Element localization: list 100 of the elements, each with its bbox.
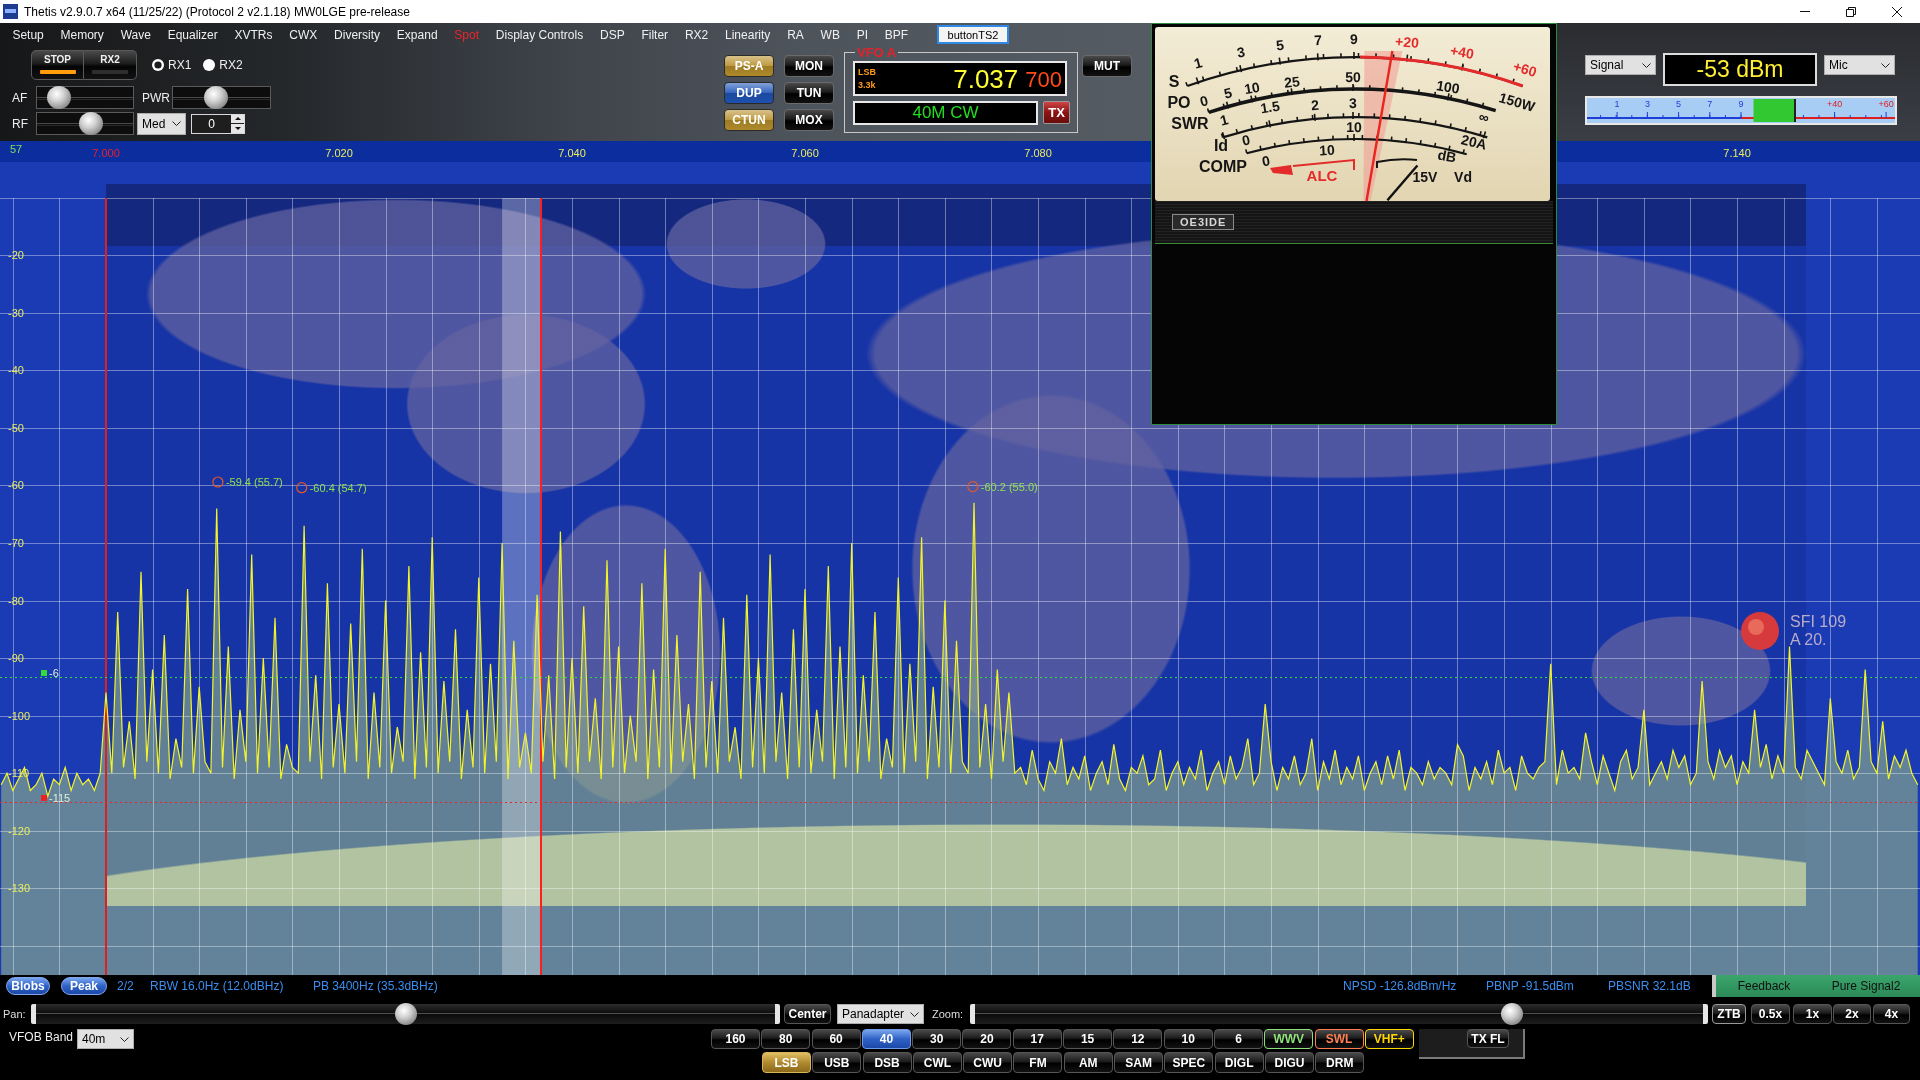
frequency-marker-line[interactable] (105, 197, 107, 975)
input-source-dropdown[interactable]: Mic (1824, 55, 1895, 75)
menu-item[interactable]: Equalizer (159, 26, 227, 43)
toggle-button[interactable]: DUP (724, 82, 774, 104)
level-marker-icon[interactable] (41, 795, 47, 801)
mode-button[interactable]: USB (812, 1052, 862, 1073)
mode-button[interactable]: DIGU (1264, 1052, 1314, 1073)
slider-thumb[interactable] (47, 86, 72, 109)
menu-item[interactable]: RX2 (676, 26, 717, 43)
menu-item[interactable]: PI (848, 26, 877, 43)
band-button[interactable]: 60 (811, 1029, 861, 1049)
band-button[interactable]: 10 (1163, 1029, 1213, 1049)
menu-item[interactable]: Linearity (716, 26, 779, 43)
zoom-button[interactable]: 0.5x (1751, 1004, 1790, 1024)
status-readout: PB 3400Hz (35.3dBHz) (313, 979, 438, 993)
menu-item[interactable]: WB (812, 26, 849, 43)
menu-item[interactable]: CWX (280, 26, 326, 43)
menu-item[interactable]: Wave (112, 26, 160, 43)
frequency-label: 7.000 (92, 147, 120, 159)
band-button[interactable]: VHF+ (1364, 1029, 1414, 1049)
meter-source-dropdown[interactable]: Signal (1585, 55, 1656, 75)
menu-item[interactable]: Diversity (325, 26, 389, 43)
band-button[interactable]: 6 (1213, 1029, 1263, 1049)
zoom-slider[interactable] (970, 1004, 1708, 1024)
center-button[interactable]: Center (784, 1004, 831, 1024)
slider-track[interactable] (172, 86, 271, 109)
toggle-button[interactable]: Blobs (6, 977, 50, 995)
slider-thumb[interactable] (1500, 1003, 1523, 1025)
spin-up-button[interactable] (231, 114, 244, 123)
menu-item[interactable]: BPF (876, 26, 917, 43)
menu-item[interactable]: Setup (4, 26, 53, 43)
mode-button[interactable]: CWL (912, 1052, 962, 1073)
menu-item[interactable]: Memory (52, 26, 113, 43)
toggle-button[interactable]: MOX (784, 109, 834, 131)
passband-highlight[interactable] (502, 198, 541, 975)
pan-slider[interactable] (31, 1004, 780, 1024)
band-button[interactable]: 20 (962, 1029, 1012, 1049)
band-button[interactable]: 30 (912, 1029, 962, 1049)
bar-scale-label: 7 (1707, 99, 1713, 109)
mute-button[interactable]: MUT (1082, 55, 1132, 77)
band-button[interactable]: 160 (711, 1029, 760, 1049)
level-marker-icon[interactable] (41, 670, 47, 676)
mode-button[interactable]: SAM (1114, 1052, 1164, 1073)
frequency-readout[interactable]: 7.037 (953, 64, 1019, 93)
solar-flux-label: SFI 109 (1790, 612, 1847, 630)
tx-filter-button[interactable]: TX FL (1467, 1029, 1509, 1048)
menu-item[interactable]: DSP (591, 26, 634, 43)
menu-item[interactable]: Filter (633, 26, 677, 43)
meter-scale-value: 3 (1235, 43, 1247, 61)
toggle-button[interactable]: STOP (31, 50, 84, 80)
mode-button[interactable]: AM (1063, 1052, 1113, 1073)
menu-item[interactable]: Expand (388, 26, 446, 43)
mode-button[interactable]: DIGL (1214, 1052, 1264, 1073)
band-button[interactable]: SWL (1314, 1029, 1364, 1049)
mode-button[interactable]: DRM (1315, 1052, 1365, 1073)
slider-thumb[interactable] (78, 112, 103, 135)
meter-scale-value: +40 (1448, 42, 1476, 62)
mode-button[interactable]: DSB (862, 1052, 912, 1073)
number-field[interactable]: 0 (191, 113, 245, 134)
bar-scale-label: +40 (1826, 99, 1843, 109)
slider-thumb[interactable] (394, 1003, 417, 1025)
menu-item[interactable]: Display Controls (487, 26, 592, 43)
slider-track[interactable] (36, 112, 134, 135)
slider-track[interactable] (36, 86, 134, 109)
frequency-fine-readout[interactable]: 700 (1025, 66, 1062, 94)
mode-button[interactable]: FM (1013, 1052, 1063, 1073)
band-button[interactable]: 15 (1063, 1029, 1113, 1049)
zoom-button[interactable]: 1x (1793, 1004, 1832, 1024)
frequency-marker-line[interactable] (540, 197, 542, 975)
band-button[interactable]: 40 (861, 1029, 911, 1049)
tx-button[interactable]: TX (1043, 101, 1070, 124)
app-icon (3, 4, 18, 19)
frequency-label: 7.040 (558, 147, 586, 159)
mode-button[interactable]: CWU (963, 1052, 1013, 1073)
toggle-button[interactable]: Peak (61, 977, 107, 995)
sun-icon (1741, 612, 1779, 650)
receiver-radio[interactable]: RX1 (152, 58, 192, 72)
band-button[interactable]: 17 (1012, 1029, 1062, 1049)
slider-thumb[interactable] (203, 86, 228, 109)
band-dropdown[interactable]: 40m (77, 1029, 134, 1049)
pure-signal-panel[interactable]: Feedback Pure Signal2 (1712, 975, 1920, 997)
display-mode-dropdown[interactable]: Panadapter (837, 1004, 924, 1024)
receiver-radio[interactable]: RX2 (203, 58, 243, 72)
bar-scale-label: 5 (1676, 99, 1682, 109)
spin-down-button[interactable] (231, 124, 244, 133)
band-button[interactable]: 12 (1113, 1029, 1163, 1049)
toggle-button[interactable]: TUN (784, 82, 834, 104)
band-button[interactable]: WWV (1264, 1029, 1314, 1049)
mode-button[interactable]: SPEC (1164, 1052, 1214, 1073)
band-button[interactable]: 80 (761, 1029, 811, 1049)
agc-dropdown[interactable]: Med (137, 112, 186, 135)
zoom-button[interactable]: 2x (1833, 1004, 1871, 1024)
zoom-button[interactable]: 4x (1873, 1004, 1910, 1024)
menu-item[interactable]: RA (778, 26, 813, 43)
zoom-button[interactable]: ZTB (1712, 1004, 1746, 1024)
menu-button[interactable]: buttonTS2 (936, 25, 1010, 44)
peak-marker-label: -59.4 (55.7) (225, 476, 283, 488)
menu-item[interactable]: XVTRs (226, 26, 281, 43)
toggle-button[interactable]: RX2 (84, 50, 137, 80)
toggle-button[interactable]: MON (784, 55, 834, 77)
